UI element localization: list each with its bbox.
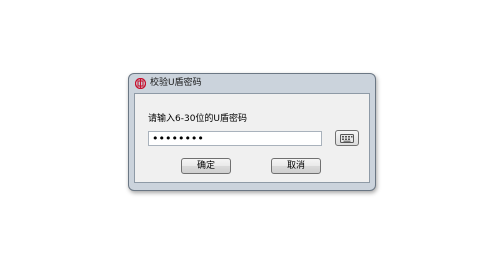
cancel-button[interactable]: 取消 [271,158,321,174]
ok-button[interactable]: 确定 [181,158,231,174]
soft-keyboard-button[interactable] [335,130,359,146]
password-input[interactable] [148,131,322,146]
dialog-titlebar[interactable]: 校验U盾密码 [129,74,375,93]
password-prompt: 请输入6-30位的U盾密码 [148,114,248,124]
password-dialog: 校验U盾密码 请输入6-30位的U盾密码 确定 取消 [128,73,376,191]
keyboard-icon [340,133,354,143]
bank-logo-icon [135,78,146,89]
dialog-title: 校验U盾密码 [150,78,202,88]
dialog-body: 请输入6-30位的U盾密码 确定 取消 [134,93,370,183]
